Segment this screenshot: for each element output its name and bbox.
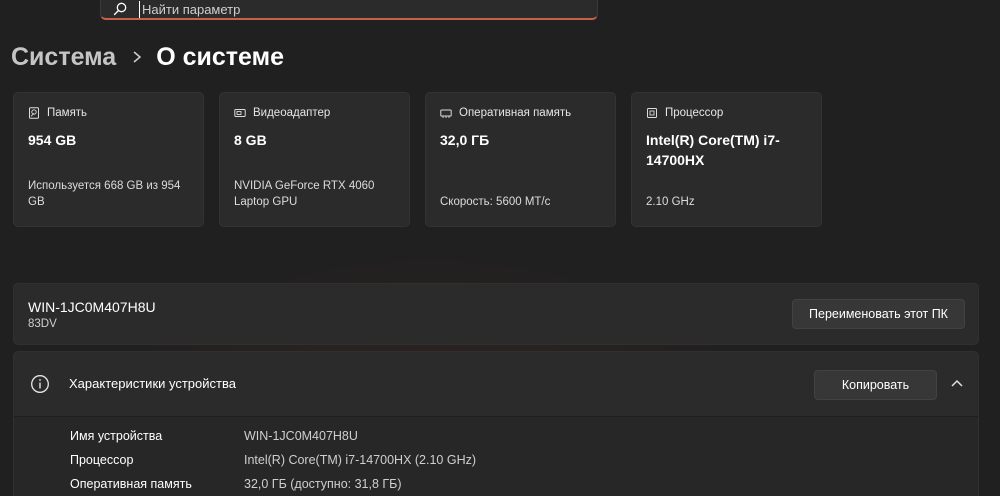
device-specs-header[interactable]: Характеристики устройства Копировать bbox=[14, 352, 978, 417]
card-value: 32,0 ГБ bbox=[440, 132, 490, 148]
spec-key: Процессор bbox=[70, 453, 134, 467]
card-storage[interactable]: Память 954 GB Используется 668 GB из 954… bbox=[13, 92, 204, 227]
spec-value: Intel(R) Core(TM) i7-14700HX (2.10 GHz) bbox=[244, 453, 477, 467]
card-processor[interactable]: Процессор Intel(R) Core(TM) i7-14700HX 2… bbox=[631, 92, 822, 227]
page-title: О системе bbox=[156, 42, 285, 71]
card-label: Память bbox=[47, 107, 88, 119]
card-detail: NVIDIA GeForce RTX 4060 Laptop GPU bbox=[234, 180, 375, 208]
spec-value: WIN-1JC0M407H8U bbox=[244, 429, 358, 443]
spec-key: Оперативная память bbox=[70, 477, 192, 491]
pc-name-row: WIN-1JC0M407H8U 83DV Переименовать этот … bbox=[13, 283, 979, 345]
card-ram[interactable]: Оперативная память 32,0 ГБ Скорость: 560… bbox=[425, 92, 616, 227]
card-label: Оперативная память bbox=[459, 107, 572, 119]
search-box[interactable] bbox=[100, 0, 598, 20]
card-label: Видеоадаптер bbox=[253, 107, 331, 119]
card-detail: Используется 668 GB из 954 GB bbox=[28, 180, 181, 208]
processor-icon bbox=[647, 108, 657, 118]
pc-name: WIN-1JC0M407H8U bbox=[28, 299, 156, 315]
search-input[interactable] bbox=[139, 1, 564, 18]
card-detail: 2.10 GHz bbox=[646, 196, 695, 208]
spec-key: Имя устройства bbox=[70, 429, 163, 443]
info-icon bbox=[31, 375, 49, 393]
search-icon bbox=[113, 2, 127, 15]
gpu-icon bbox=[234, 109, 246, 117]
copy-button[interactable]: Копировать bbox=[814, 370, 937, 400]
rename-pc-button[interactable]: Переименовать этот ПК bbox=[792, 299, 965, 329]
card-detail: Скорость: 5600 МТ/с bbox=[440, 196, 551, 208]
storage-icon bbox=[29, 107, 39, 119]
device-specs-list: Имя устройства WIN-1JC0M407H8U Процессор… bbox=[14, 417, 978, 496]
card-value: 8 GB bbox=[234, 132, 267, 148]
ram-icon bbox=[440, 109, 452, 118]
card-value: 954 GB bbox=[28, 132, 77, 148]
card-value: Intel(R) Core(TM) i7-14700HX bbox=[646, 132, 780, 168]
device-specs-panel: Характеристики устройства Копировать Имя… bbox=[13, 351, 979, 496]
device-specs-title: Характеристики устройства bbox=[69, 376, 236, 391]
breadcrumb-system[interactable]: Система bbox=[11, 43, 116, 72]
card-gpu[interactable]: Видеоадаптер 8 GB NVIDIA GeForce RTX 406… bbox=[219, 92, 410, 227]
chevron-right-icon bbox=[133, 51, 142, 63]
chevron-up-icon[interactable] bbox=[950, 378, 964, 388]
spec-value: 32,0 ГБ (доступно: 31,8 ГБ) bbox=[244, 477, 402, 491]
card-label: Процессор bbox=[665, 107, 724, 119]
breadcrumb: Система О системе bbox=[11, 40, 284, 74]
pc-model: 83DV bbox=[28, 318, 57, 330]
